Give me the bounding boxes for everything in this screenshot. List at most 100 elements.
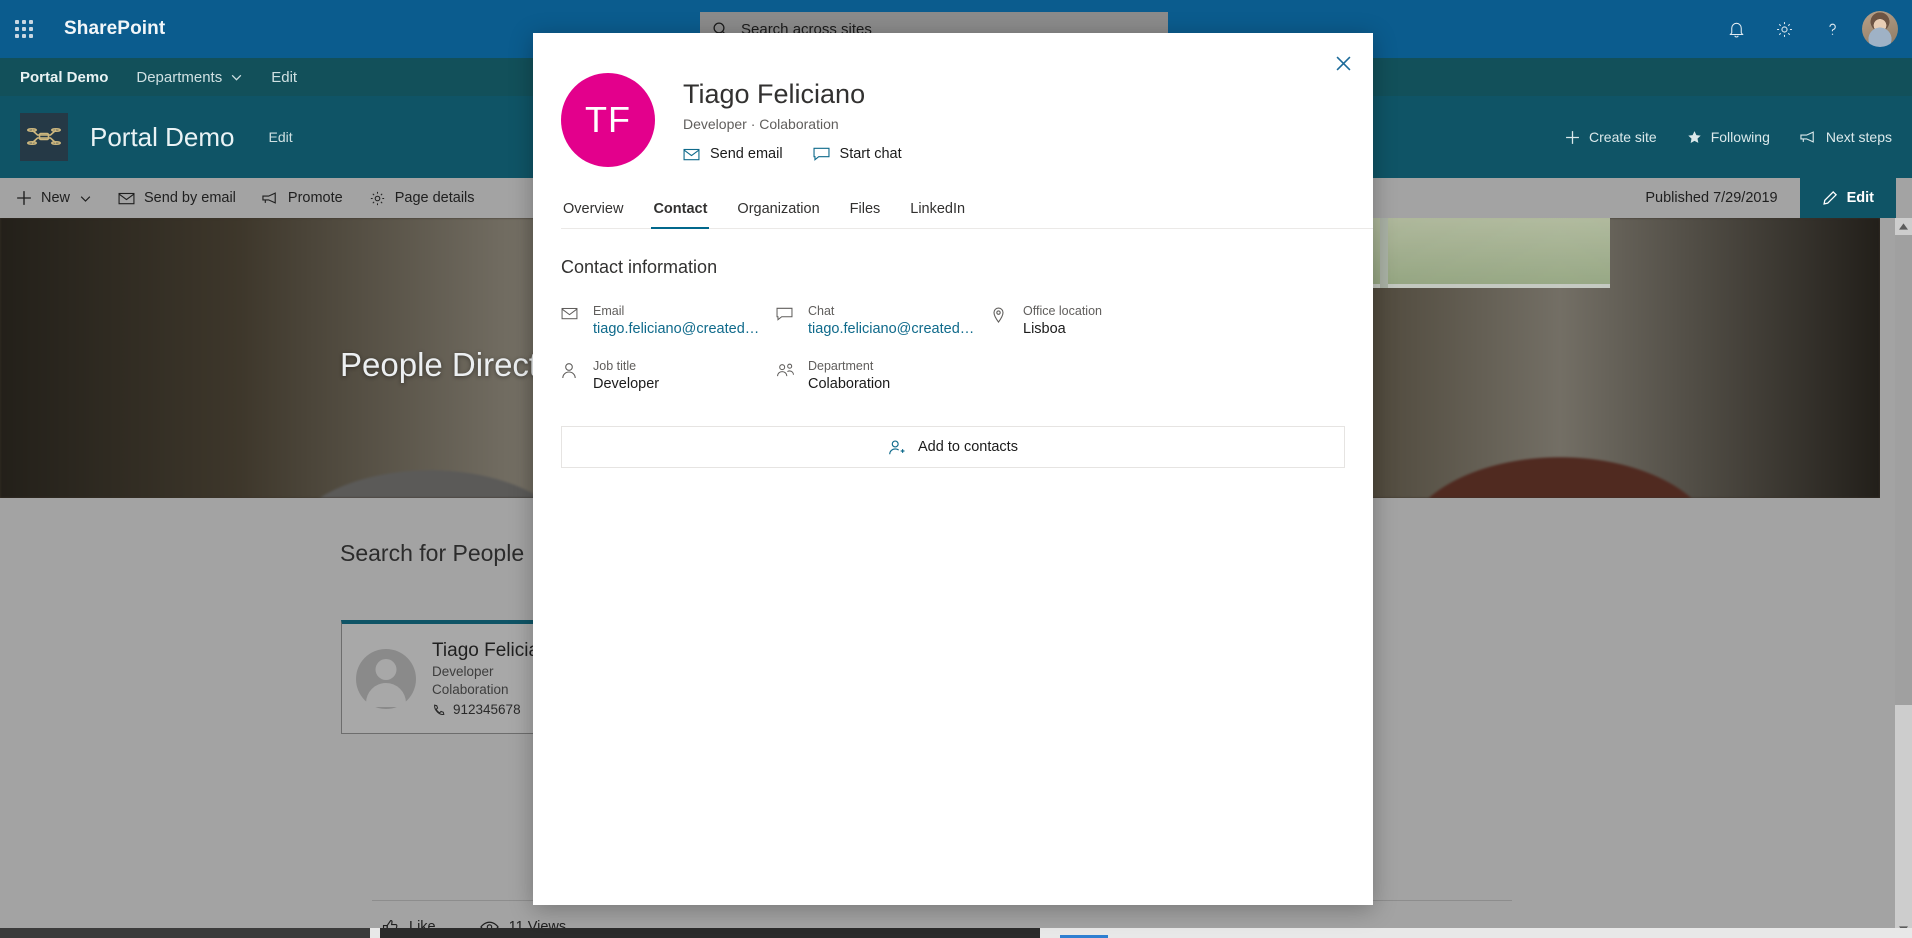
hub-nav-item-edit[interactable]: Edit	[271, 69, 297, 86]
suite-title[interactable]: SharePoint	[64, 18, 165, 40]
contact-fields-grid: Email tiago.feliciano@createdev.on... Ch…	[561, 304, 1373, 392]
person-name: Tiago Feliciano	[683, 79, 866, 109]
new-button[interactable]: New	[16, 178, 92, 218]
mail-icon	[118, 192, 135, 205]
chat-icon	[813, 147, 830, 161]
chevron-down-icon	[79, 192, 92, 205]
field-department-value: Colaboration	[808, 376, 891, 392]
hub-nav-departments-label: Departments	[136, 68, 223, 86]
field-chat-body: Chat tiago.feliciano@createdev.on...	[808, 304, 980, 337]
mail-icon	[683, 148, 700, 161]
app-root: SharePoint Search across sites Portal De…	[0, 0, 1912, 938]
send-email-button[interactable]: Send email	[683, 146, 783, 162]
create-site-label: Create site	[1589, 129, 1657, 145]
page-scrollbar[interactable]	[1895, 218, 1912, 938]
field-department-label: Department	[808, 359, 874, 373]
field-department: Department Colaboration	[776, 359, 991, 392]
field-job-title-label: Job title	[593, 359, 637, 373]
command-bar-right: Published 7/29/2019 Edit	[1645, 178, 1896, 218]
waffle-icon	[15, 20, 33, 38]
phone-icon	[432, 703, 446, 717]
search-heading: Search for People	[340, 540, 525, 566]
following-label: Following	[1710, 129, 1770, 145]
megaphone-icon	[262, 191, 279, 205]
site-header-actions: Create site Following Next steps	[1565, 129, 1892, 145]
promote-label: Promote	[287, 190, 343, 206]
close-icon[interactable]	[1325, 45, 1361, 81]
mail-icon	[561, 304, 579, 320]
field-office-location-body: Office location Lisboa	[1023, 304, 1102, 337]
new-label: New	[41, 190, 71, 206]
field-chat-value[interactable]: tiago.feliciano@createdev.on...	[808, 321, 980, 337]
bell-icon[interactable]	[1712, 0, 1760, 58]
field-job-title-body: Job title Developer	[593, 359, 659, 392]
tab-files[interactable]: Files	[848, 195, 883, 228]
location-icon	[991, 304, 1009, 324]
add-to-contacts-button[interactable]: Add to contacts	[561, 426, 1345, 468]
tab-organization[interactable]: Organization	[735, 195, 821, 228]
publish-status: Published 7/29/2019	[1645, 190, 1778, 206]
person-subtitle: Developer · Colaboration	[683, 116, 839, 132]
next-steps-label: Next steps	[1825, 129, 1892, 145]
megaphone-icon	[1800, 130, 1817, 144]
add-person-icon	[888, 439, 906, 456]
add-to-contacts-label: Add to contacts	[918, 439, 1018, 455]
field-office-location-label: Office location	[1023, 304, 1102, 318]
dialog-header-text: Tiago Feliciano Developer · Colaboration…	[683, 73, 902, 162]
person-icon	[561, 359, 579, 379]
field-office-location-value: Lisboa	[1023, 321, 1066, 337]
tab-contact[interactable]: Contact	[651, 195, 710, 229]
avatar: TF	[561, 73, 655, 167]
tab-linkedin[interactable]: LinkedIn	[908, 195, 967, 228]
edit-page-button[interactable]: Edit	[1799, 178, 1896, 218]
field-job-title-value: Developer	[593, 376, 660, 392]
pencil-icon	[1822, 190, 1838, 206]
hub-nav-item-departments[interactable]: Departments	[136, 69, 243, 86]
hub-nav-edit-label: Edit	[271, 68, 298, 86]
site-title[interactable]: Portal Demo	[90, 122, 235, 153]
plus-icon	[16, 190, 32, 206]
create-site-button[interactable]: Create site	[1565, 129, 1657, 145]
page-details-button[interactable]: Page details	[369, 178, 475, 218]
following-button[interactable]: Following	[1687, 129, 1770, 145]
send-email-label: Send email	[710, 146, 783, 162]
send-by-email-label: Send by email	[144, 190, 236, 206]
edit-page-label: Edit	[1846, 190, 1874, 206]
page-details-label: Page details	[394, 190, 475, 206]
field-job-title: Job title Developer	[561, 359, 776, 392]
tab-overview[interactable]: Overview	[561, 195, 625, 228]
scroll-up-arrow-icon[interactable]	[1895, 218, 1912, 235]
suite-actions	[1712, 0, 1912, 58]
next-steps-button[interactable]: Next steps	[1800, 129, 1892, 145]
chevron-down-icon	[230, 71, 243, 84]
scrollbar-thumb[interactable]	[1895, 235, 1912, 705]
person-card-phone-number: 912345678	[453, 702, 521, 718]
hub-nav-site-link[interactable]: Portal Demo	[20, 69, 108, 86]
help-icon[interactable]	[1808, 0, 1856, 58]
promote-button[interactable]: Promote	[262, 178, 343, 218]
app-launcher-button[interactable]	[0, 0, 48, 58]
dialog-header: TF Tiago Feliciano Developer · Colaborat…	[533, 33, 1373, 167]
chat-icon	[776, 304, 794, 321]
gear-icon	[369, 190, 386, 207]
send-by-email-button[interactable]: Send by email	[118, 178, 236, 218]
field-chat: Chat tiago.feliciano@createdev.on...	[776, 304, 991, 337]
start-chat-label: Start chat	[839, 146, 902, 162]
dialog-tabs: Overview Contact Organization Files Link…	[561, 195, 1373, 229]
field-email: Email tiago.feliciano@createdev.on...	[561, 304, 776, 337]
people-icon	[776, 359, 795, 378]
dialog-quick-actions: Send email Start chat	[683, 146, 902, 162]
gear-icon[interactable]	[1760, 0, 1808, 58]
site-header-edit-link[interactable]: Edit	[269, 129, 293, 145]
star-icon	[1687, 130, 1702, 145]
bottom-strip	[0, 928, 1912, 938]
bottom-strip-segment-mid	[380, 928, 1040, 938]
person-detail-dialog: TF Tiago Feliciano Developer · Colaborat…	[533, 33, 1373, 905]
field-office-location: Office location Lisboa	[991, 304, 1206, 337]
user-avatar[interactable]	[1862, 11, 1898, 47]
person-placeholder-icon	[356, 648, 416, 709]
start-chat-button[interactable]: Start chat	[813, 146, 902, 162]
field-chat-label: Chat	[808, 304, 835, 318]
field-email-value[interactable]: tiago.feliciano@createdev.on...	[593, 321, 765, 337]
plus-icon	[1565, 130, 1580, 145]
